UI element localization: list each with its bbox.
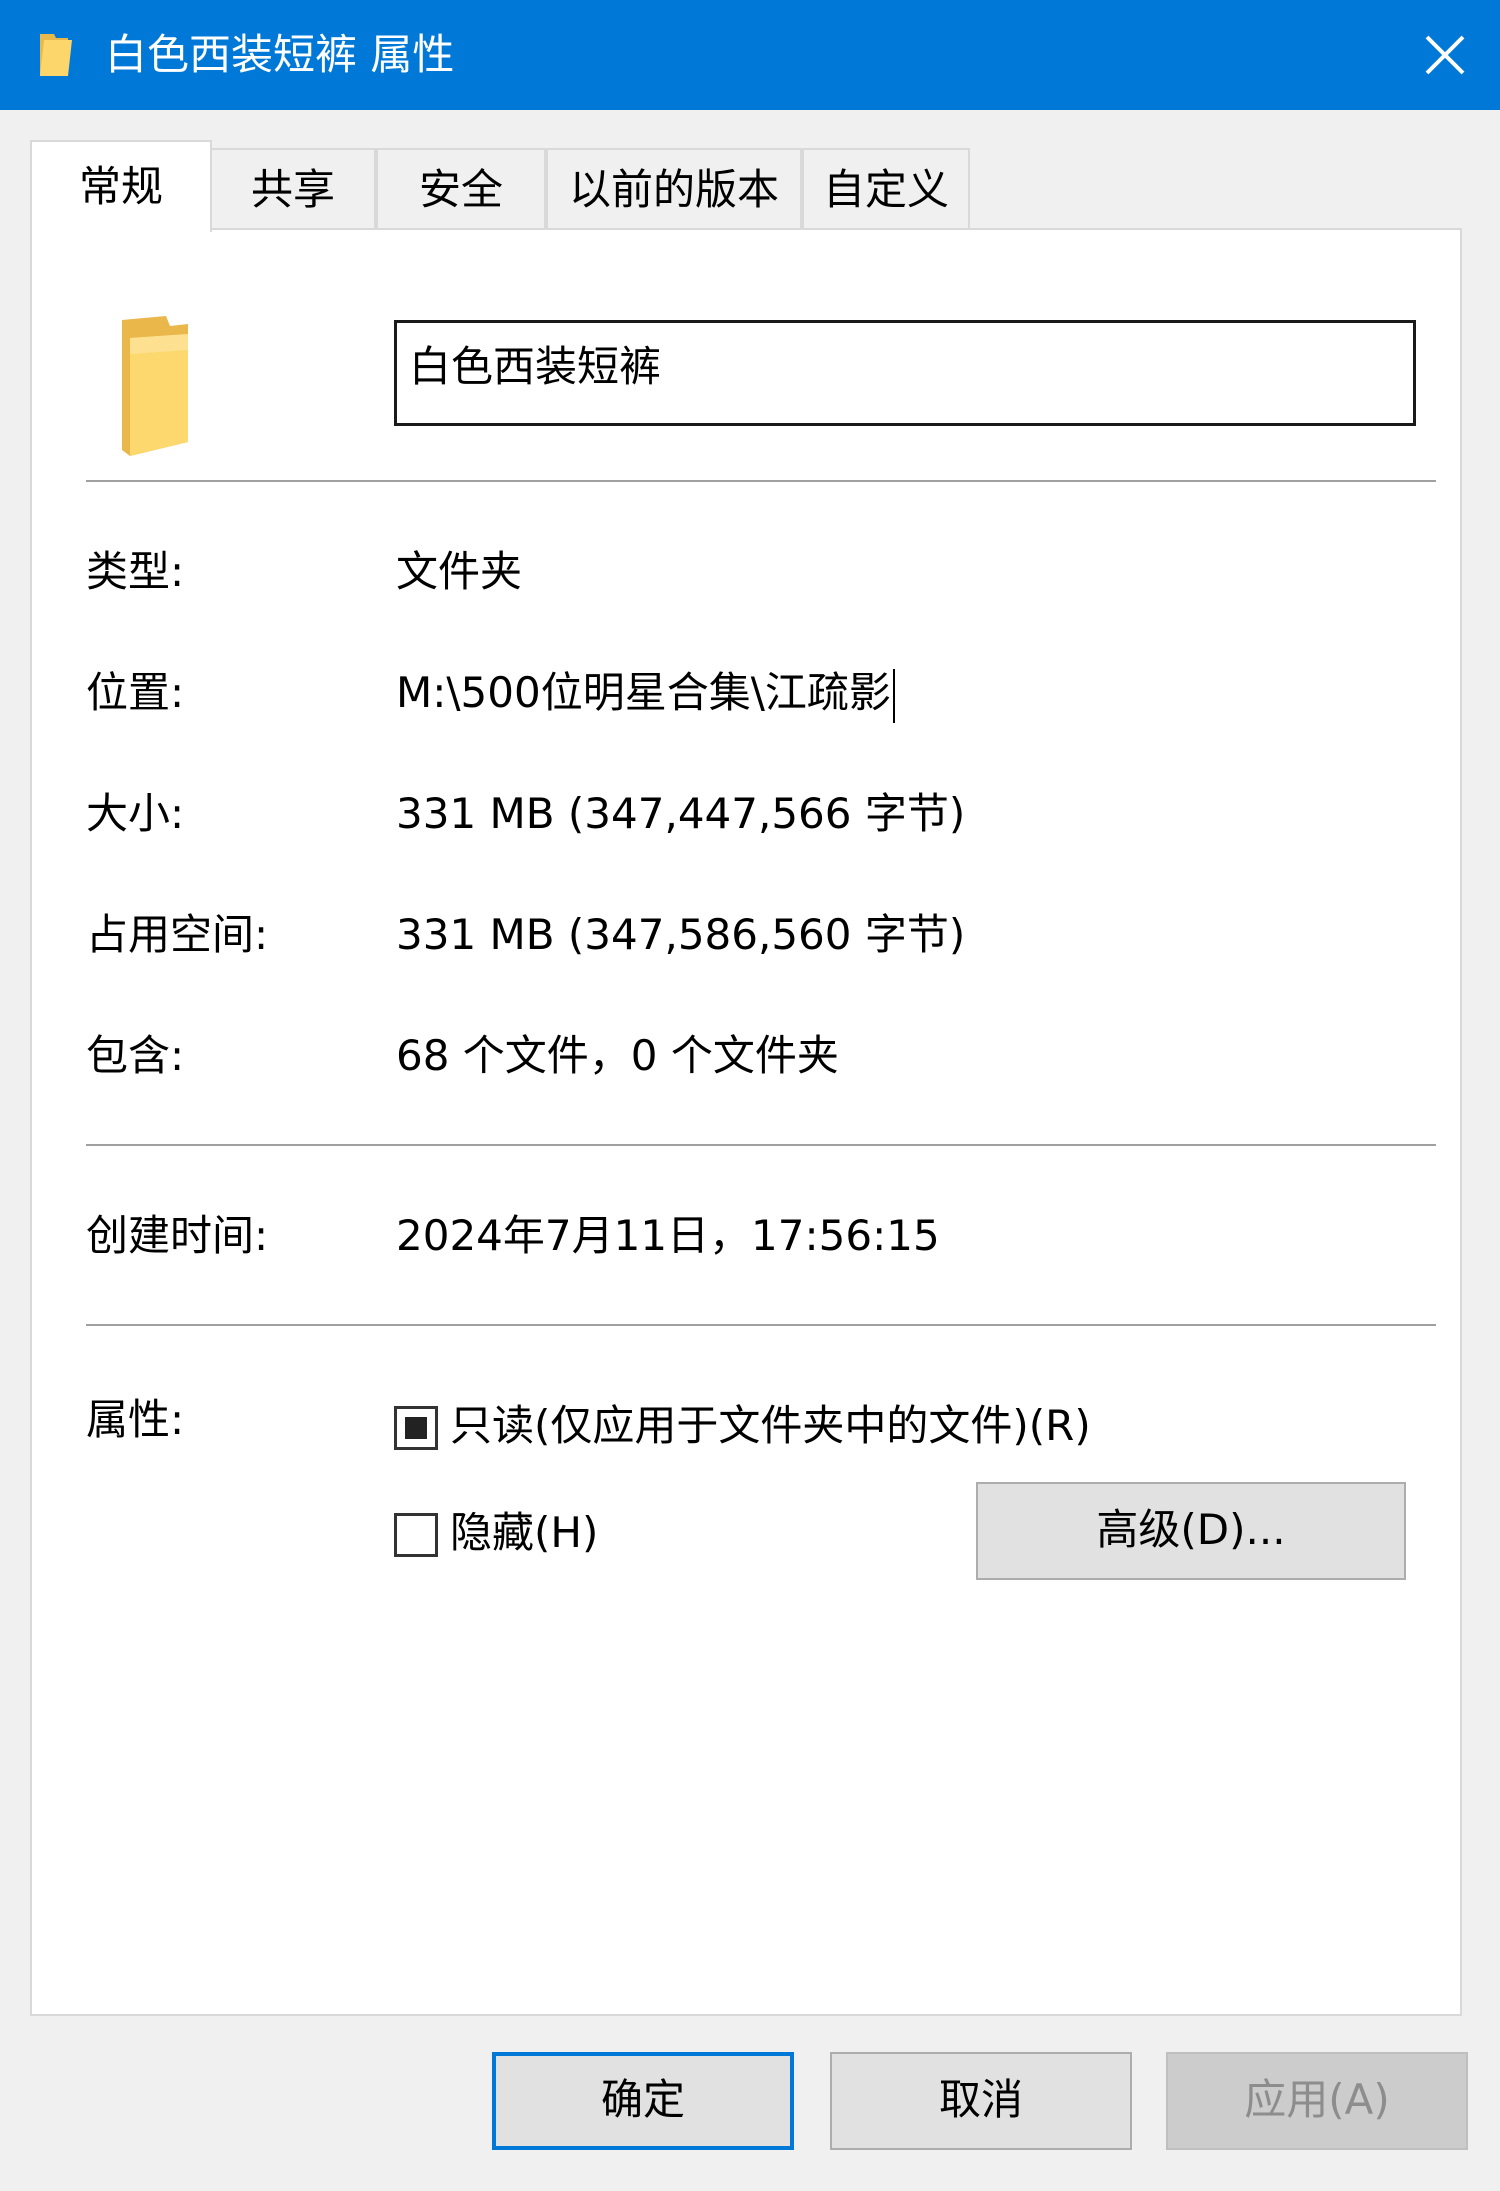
close-button[interactable] xyxy=(1390,0,1500,110)
location-value-wrap[interactable]: M:\500位明星合集\江疏影 xyxy=(396,663,895,723)
folder-icon xyxy=(122,316,188,456)
folder-name-input[interactable] xyxy=(409,333,1399,393)
readonly-label[interactable]: 只读(仅应用于文件夹中的文件)(R) xyxy=(450,1396,1091,1456)
separator xyxy=(86,1144,1436,1146)
title-bar: 白色西装短裤 属性 xyxy=(0,0,1500,110)
tab-security[interactable]: 安全 xyxy=(376,148,546,228)
text-caret xyxy=(892,668,895,723)
contains-value: 68 个文件，0 个文件夹 xyxy=(396,1031,839,1080)
disk-usage-label: 占用空间: xyxy=(86,910,269,959)
general-panel: 类型: 文件夹 位置: M:\500位明星合集\江疏影 大小: 331 MB (… xyxy=(30,228,1462,2016)
indeterminate-mark xyxy=(405,1417,427,1439)
separator xyxy=(86,1324,1436,1326)
created-label: 创建时间: xyxy=(86,1211,269,1260)
tab-previous-versions[interactable]: 以前的版本 xyxy=(546,148,802,228)
type-value: 文件夹 xyxy=(396,547,523,596)
size-value: 331 MB (347,447,566 字节) xyxy=(396,789,966,838)
disk-usage-value: 331 MB (347,586,560 字节) xyxy=(396,910,966,959)
advanced-button[interactable]: 高级(D)... xyxy=(976,1482,1406,1580)
location-value[interactable]: M:\500位明星合集\江疏影 xyxy=(396,668,891,717)
created-value: 2024年7月11日，17:56:15 xyxy=(396,1211,940,1260)
ok-button[interactable]: 确定 xyxy=(492,2052,794,2150)
hidden-checkbox[interactable] xyxy=(394,1513,438,1557)
size-label: 大小: xyxy=(86,789,185,838)
window-title: 白色西装短裤 属性 xyxy=(105,30,455,79)
folder-icon xyxy=(40,34,72,76)
tab-customize[interactable]: 自定义 xyxy=(802,148,970,228)
tab-general[interactable]: 常规 xyxy=(30,140,212,232)
close-icon xyxy=(1425,35,1465,75)
location-label: 位置: xyxy=(86,668,185,717)
type-label: 类型: xyxy=(86,547,185,596)
hidden-label[interactable]: 隐藏(H) xyxy=(450,1503,598,1563)
cancel-button[interactable]: 取消 xyxy=(830,2052,1132,2150)
folder-name-box[interactable] xyxy=(394,320,1416,426)
contains-label: 包含: xyxy=(86,1031,185,1080)
separator xyxy=(86,480,1436,482)
attributes-label: 属性: xyxy=(86,1395,185,1444)
readonly-checkbox[interactable] xyxy=(394,1406,438,1450)
tab-sharing[interactable]: 共享 xyxy=(210,148,376,228)
apply-button[interactable]: 应用(A) xyxy=(1166,2052,1468,2150)
